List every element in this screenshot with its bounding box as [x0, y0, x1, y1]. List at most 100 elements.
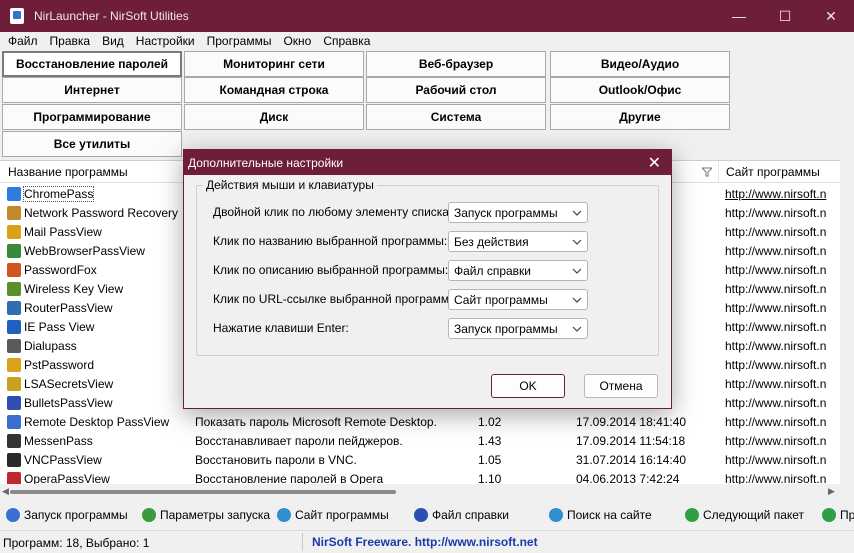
category-network-monitoring[interactable]: Мониторинг сети — [184, 51, 364, 77]
menu-settings[interactable]: Настройки — [130, 34, 201, 48]
program-site-cell[interactable]: http://www.nirsoft.n — [725, 396, 826, 410]
option-select[interactable]: Без действия — [448, 231, 588, 252]
category-system[interactable]: Система — [366, 104, 546, 130]
status-bar: Программ: 18, Выбрано: 1 NirSoft Freewar… — [0, 530, 854, 553]
nirsoft-link[interactable]: NirSoft Freeware. http://www.nirsoft.net — [312, 535, 538, 549]
vertical-scrollbar[interactable] — [840, 160, 854, 484]
option-select-value: Запуск программы — [454, 206, 558, 220]
toolbar-button-label: Параметры запуска — [160, 508, 271, 522]
dialog-close-icon[interactable]: ✕ — [648, 153, 661, 173]
toolbar-button[interactable]: Поиск на сайте — [549, 508, 652, 522]
minimize-button[interactable]: — — [716, 0, 762, 32]
program-site-cell[interactable]: http://www.nirsoft.n — [725, 472, 826, 484]
chevron-down-icon — [572, 297, 582, 303]
option-select-value: Файл справки — [454, 264, 532, 278]
toolbar-button[interactable]: Пр — [822, 508, 854, 522]
close-button[interactable]: ✕ — [808, 0, 854, 32]
maximize-button[interactable]: ☐ — [762, 0, 808, 32]
menu-window[interactable]: Окно — [277, 34, 317, 48]
program-site-cell[interactable]: http://www.nirsoft.n — [725, 358, 826, 372]
category-disk[interactable]: Диск — [184, 104, 364, 130]
option-label: Нажатие клавиши Enter: — [213, 321, 349, 335]
program-name-cell: OperaPassView — [24, 472, 110, 484]
toolbar-button-label: Пр — [840, 508, 854, 522]
toolbar-button[interactable]: Параметры запуска — [142, 508, 270, 522]
table-row[interactable]: OperaPassView Восстановление паролей в Op… — [0, 470, 840, 484]
table-row[interactable]: VNCPassView Восстановить пароли в VNC. 1.0… — [0, 451, 840, 470]
toolbar-button[interactable]: Сайт программы — [277, 508, 389, 522]
program-site-cell[interactable]: http://www.nirsoft.n — [725, 339, 826, 353]
status-separator — [302, 533, 303, 551]
toolbar-button-label: Поиск на сайте — [567, 508, 652, 522]
program-name-cell: Wireless Key View — [24, 282, 124, 296]
program-name-cell: MessenPass — [24, 434, 93, 448]
category-web-browser[interactable]: Веб-браузер — [366, 51, 546, 77]
toolbar-button[interactable]: Следующий пакет — [685, 508, 804, 522]
program-version-cell: 1.02 — [478, 415, 502, 429]
program-site-cell[interactable]: http://www.nirsoft.n — [725, 187, 826, 201]
program-description-cell: Восстановить пароли в VNC. — [195, 453, 357, 467]
option-select[interactable]: Сайт программы — [448, 289, 588, 310]
program-site-cell[interactable]: http://www.nirsoft.n — [725, 206, 826, 220]
group-label: Действия мыши и клавиатуры — [203, 178, 377, 192]
table-row[interactable]: Remote Desktop PassView Показать пароль M… — [0, 413, 840, 432]
category-internet[interactable]: Интернет — [2, 77, 182, 103]
table-row[interactable]: MessenPass Восстанавливает пароли пейджер… — [0, 432, 840, 451]
option-select[interactable]: Запуск программы — [448, 202, 588, 223]
program-date-cell: 04.06.2013 7:42:24 — [576, 472, 680, 484]
option-select[interactable]: Файл справки — [448, 260, 588, 281]
run-icon — [6, 508, 20, 522]
menu-help[interactable]: Справка — [317, 34, 376, 48]
program-site-cell[interactable]: http://www.nirsoft.n — [725, 415, 826, 429]
column-header-site[interactable]: Сайт программы — [726, 165, 820, 179]
router-icon — [7, 301, 21, 315]
program-version-cell: 1.43 — [478, 434, 502, 448]
column-header-name[interactable]: Название программы — [8, 165, 128, 179]
cancel-button[interactable]: Отмена — [584, 374, 658, 398]
menu-programs[interactable]: Программы — [201, 34, 278, 48]
category-programming[interactable]: Программирование — [2, 104, 182, 130]
category-desktop[interactable]: Рабочий стол — [366, 77, 546, 103]
option-select[interactable]: Запуск программы — [448, 318, 588, 339]
category-command-line[interactable]: Командная строка — [184, 77, 364, 103]
browser-icon — [7, 244, 21, 258]
firefox-icon — [7, 263, 21, 277]
scroll-right-icon[interactable]: ▶ — [828, 486, 835, 497]
horizontal-scrollbar[interactable]: ◀ ▶ — [0, 484, 840, 502]
program-site-cell[interactable]: http://www.nirsoft.n — [725, 263, 826, 277]
toolbar-button[interactable]: Запуск программы — [6, 508, 128, 522]
ok-button[interactable]: OK — [491, 374, 565, 398]
filter-icon[interactable] — [700, 166, 714, 180]
menu-edit[interactable]: Правка — [44, 34, 97, 48]
program-name-cell: PasswordFox — [24, 263, 97, 277]
toolbar-button[interactable]: Файл справки — [414, 508, 509, 522]
chevron-down-icon — [572, 210, 582, 216]
program-site-cell[interactable]: http://www.nirsoft.n — [725, 377, 826, 391]
option-select-value: Без действия — [454, 235, 529, 249]
program-name-cell: PstPassword — [24, 358, 95, 372]
program-site-cell[interactable]: http://www.nirsoft.n — [725, 225, 826, 239]
program-date-cell: 31.07.2014 16:14:40 — [576, 453, 687, 467]
scrollbar-thumb[interactable] — [10, 490, 396, 494]
category-all-utilities[interactable]: Все утилиты — [2, 131, 182, 157]
program-site-cell[interactable]: http://www.nirsoft.n — [725, 434, 826, 448]
program-name-cell: BulletsPassView — [24, 396, 113, 410]
program-site-cell[interactable]: http://www.nirsoft.n — [725, 282, 826, 296]
category-password-recovery[interactable]: Восстановление паролей — [2, 51, 182, 77]
phone-icon — [7, 339, 21, 353]
program-name-cell: RouterPassView — [24, 301, 113, 315]
program-site-cell[interactable]: http://www.nirsoft.n — [725, 320, 826, 334]
scroll-left-icon[interactable]: ◀ — [2, 486, 9, 497]
category-other[interactable]: Другие — [550, 104, 730, 130]
category-video-audio[interactable]: Видео/Аудио — [550, 51, 730, 77]
category-outlook-office[interactable]: Outlook/Офис — [550, 77, 730, 103]
category-grid: Восстановление паролей Мониторинг сети В… — [0, 50, 854, 157]
program-site-cell[interactable]: http://www.nirsoft.n — [725, 244, 826, 258]
program-name-cell: VNCPassView — [24, 453, 102, 467]
menu-view[interactable]: Вид — [96, 34, 130, 48]
program-site-cell[interactable]: http://www.nirsoft.n — [725, 301, 826, 315]
program-site-cell[interactable]: http://www.nirsoft.n — [725, 453, 826, 467]
column-separator[interactable] — [718, 161, 719, 183]
menu-file[interactable]: Файл — [2, 34, 44, 48]
program-description-cell: Восстановление паролей в Opera — [195, 472, 384, 484]
